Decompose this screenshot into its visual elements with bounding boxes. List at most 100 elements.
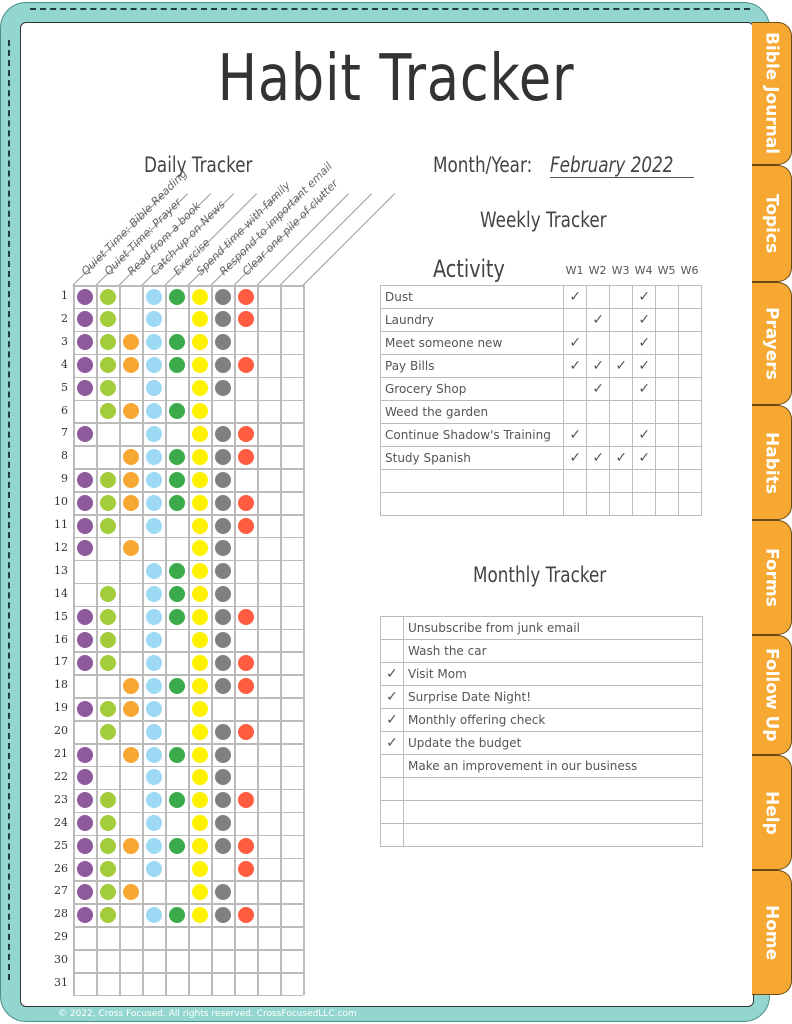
monthly-check-cell[interactable]: ✓: [380, 708, 404, 732]
habit-done-dot[interactable]: [215, 380, 231, 397]
habit-done-dot[interactable]: [238, 861, 254, 877]
habit-done-dot[interactable]: [77, 517, 93, 534]
habit-done-dot[interactable]: [100, 403, 116, 419]
week-check-cell[interactable]: [609, 285, 634, 309]
habit-done-dot[interactable]: [215, 723, 231, 740]
habit-done-dot[interactable]: [192, 448, 208, 465]
habit-done-dot[interactable]: [192, 861, 208, 877]
task-cell[interactable]: Unsubscribe from junk email: [403, 616, 703, 640]
habit-done-dot[interactable]: [215, 632, 231, 648]
week-check-cell[interactable]: [632, 400, 657, 424]
habit-done-dot[interactable]: [238, 723, 254, 740]
habit-done-dot[interactable]: [100, 632, 116, 648]
habit-done-dot[interactable]: [100, 517, 116, 534]
week-check-cell[interactable]: [655, 400, 680, 424]
week-check-cell[interactable]: [655, 331, 680, 355]
habit-done-dot[interactable]: [77, 746, 93, 763]
monthly-check-cell[interactable]: [380, 800, 404, 824]
tab-habits[interactable]: Habits: [752, 405, 792, 520]
week-check-cell[interactable]: [586, 492, 611, 516]
week-check-cell[interactable]: [678, 308, 702, 332]
habit-done-dot[interactable]: [77, 883, 93, 900]
habit-done-dot[interactable]: [215, 517, 231, 534]
week-check-cell[interactable]: ✓: [586, 446, 611, 470]
habit-done-dot[interactable]: [123, 494, 139, 511]
week-check-cell[interactable]: [563, 377, 588, 401]
habit-done-dot[interactable]: [146, 609, 162, 626]
week-check-cell[interactable]: ✓: [563, 285, 588, 309]
habit-done-dot[interactable]: [146, 746, 162, 763]
habit-done-dot[interactable]: [77, 700, 93, 717]
week-check-cell[interactable]: [655, 446, 680, 470]
week-check-cell[interactable]: [678, 377, 702, 401]
week-check-cell[interactable]: ✓: [609, 354, 634, 378]
habit-done-dot[interactable]: [146, 425, 162, 442]
habit-done-dot[interactable]: [215, 494, 231, 511]
habit-done-dot[interactable]: [100, 494, 116, 511]
habit-done-dot[interactable]: [215, 471, 231, 488]
week-check-cell[interactable]: [586, 285, 611, 309]
monthly-check-cell[interactable]: ✓: [380, 731, 404, 755]
habit-done-dot[interactable]: [146, 723, 162, 740]
monthly-check-cell[interactable]: [380, 639, 404, 663]
activity-cell[interactable]: Meet someone new: [379, 331, 565, 355]
habit-done-dot[interactable]: [77, 838, 93, 855]
week-check-cell[interactable]: [678, 400, 702, 424]
habit-done-dot[interactable]: [146, 448, 162, 465]
week-check-cell[interactable]: ✓: [632, 354, 657, 378]
monthly-check-cell[interactable]: [380, 616, 404, 640]
habit-done-dot[interactable]: [215, 654, 231, 671]
tab-topics[interactable]: Topics: [752, 165, 792, 282]
task-cell[interactable]: Monthly offering check: [403, 708, 703, 732]
habit-done-dot[interactable]: [215, 288, 231, 305]
habit-done-dot[interactable]: [215, 906, 231, 923]
week-check-cell[interactable]: ✓: [632, 308, 657, 332]
habit-done-dot[interactable]: [100, 380, 116, 397]
week-check-cell[interactable]: [586, 423, 611, 447]
habit-done-dot[interactable]: [146, 517, 162, 534]
habit-done-dot[interactable]: [192, 403, 208, 419]
habit-done-dot[interactable]: [77, 906, 93, 923]
week-check-cell[interactable]: [655, 469, 680, 493]
habit-done-dot[interactable]: [77, 288, 93, 305]
activity-cell[interactable]: Dust: [379, 285, 565, 309]
habit-done-dot[interactable]: [169, 677, 185, 694]
activity-cell[interactable]: [379, 469, 565, 493]
habit-done-dot[interactable]: [100, 838, 116, 855]
week-check-cell[interactable]: [655, 377, 680, 401]
habit-done-dot[interactable]: [100, 609, 116, 626]
habit-done-dot[interactable]: [192, 517, 208, 534]
habit-done-dot[interactable]: [192, 380, 208, 397]
week-check-cell[interactable]: ✓: [586, 377, 611, 401]
week-check-cell[interactable]: [678, 492, 702, 516]
week-check-cell[interactable]: ✓: [632, 285, 657, 309]
habit-done-dot[interactable]: [100, 906, 116, 923]
week-check-cell[interactable]: [586, 331, 611, 355]
tab-home[interactable]: Home: [752, 870, 792, 995]
habit-done-dot[interactable]: [215, 425, 231, 442]
habit-done-dot[interactable]: [238, 288, 254, 305]
week-check-cell[interactable]: [563, 308, 588, 332]
habit-done-dot[interactable]: [146, 861, 162, 877]
habit-done-dot[interactable]: [123, 700, 139, 717]
habit-done-dot[interactable]: [238, 677, 254, 694]
habit-done-dot[interactable]: [192, 288, 208, 305]
task-cell[interactable]: Make an improvement in our business: [403, 754, 703, 778]
habit-done-dot[interactable]: [192, 700, 208, 717]
habit-done-dot[interactable]: [77, 425, 93, 442]
habit-done-dot[interactable]: [123, 448, 139, 465]
week-check-cell[interactable]: ✓: [609, 446, 634, 470]
week-check-cell[interactable]: [609, 331, 634, 355]
tab-forms[interactable]: Forms: [752, 520, 792, 635]
week-check-cell[interactable]: [563, 400, 588, 424]
habit-done-dot[interactable]: [169, 838, 185, 855]
habit-done-dot[interactable]: [123, 838, 139, 855]
habit-done-dot[interactable]: [100, 471, 116, 488]
activity-cell[interactable]: Weed the garden: [379, 400, 565, 424]
habit-done-dot[interactable]: [146, 838, 162, 855]
habit-done-dot[interactable]: [123, 403, 139, 419]
habit-done-dot[interactable]: [169, 403, 185, 419]
habit-done-dot[interactable]: [146, 700, 162, 717]
week-check-cell[interactable]: ✓: [563, 423, 588, 447]
task-cell[interactable]: Wash the car: [403, 639, 703, 663]
